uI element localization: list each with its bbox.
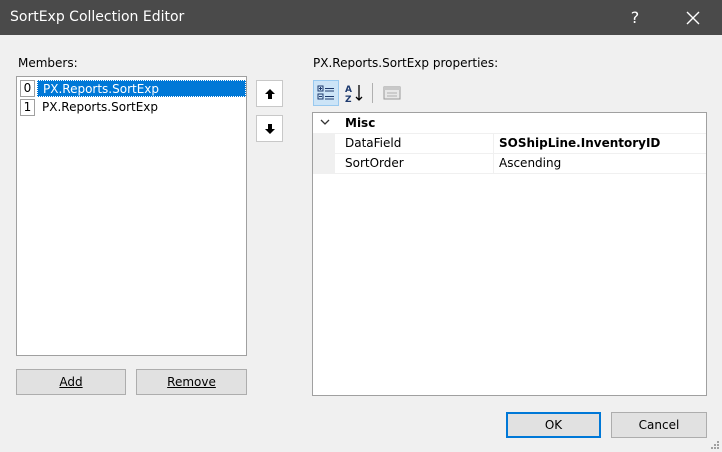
row-gutter: [313, 153, 335, 173]
row-gutter: [313, 133, 335, 153]
cancel-button-label: Cancel: [638, 418, 680, 432]
title-bar: SortExp Collection Editor ?: [0, 0, 722, 35]
member-item-0[interactable]: 0 PX.Reports.SortExp: [19, 79, 246, 97]
window-title: SortExp Collection Editor: [10, 9, 185, 25]
member-item-1[interactable]: 1 PX.Reports.SortExp: [19, 98, 246, 116]
move-up-button[interactable]: [256, 80, 283, 107]
member-index: 0: [20, 80, 35, 97]
ok-button[interactable]: OK: [506, 412, 601, 438]
categorized-button[interactable]: [313, 80, 339, 106]
row-divider: [313, 173, 706, 174]
row-divider: [313, 133, 706, 134]
category-label: Misc: [345, 116, 376, 130]
members-label-text: Members:: [18, 56, 78, 70]
add-button[interactable]: Add: [16, 369, 126, 395]
properties-label-text: PX.Reports.SortExp properties:: [313, 56, 499, 70]
property-row-sortorder[interactable]: SortOrder Ascending: [313, 153, 706, 173]
arrow-down-icon: [264, 123, 275, 134]
cancel-button[interactable]: Cancel: [611, 412, 707, 438]
property-value[interactable]: Ascending: [499, 156, 561, 170]
move-down-button[interactable]: [256, 115, 283, 142]
member-text: PX.Reports.SortExp: [42, 100, 159, 114]
toolbar-separator: [372, 83, 373, 103]
property-grid[interactable]: Misc DataField SOShipLine.InventoryID So…: [312, 112, 707, 396]
categorized-icon: [317, 85, 334, 100]
arrow-up-icon: [264, 88, 275, 99]
svg-text:A: A: [345, 85, 352, 95]
property-pages-button[interactable]: [379, 80, 405, 106]
member-text: PX.Reports.SortExp: [37, 80, 246, 97]
member-index: 1: [20, 99, 35, 116]
add-button-label: Add: [59, 375, 83, 389]
svg-text:Z: Z: [345, 95, 352, 103]
sort-alphabetical-icon: A Z: [345, 85, 363, 103]
category-row-misc[interactable]: Misc: [313, 113, 706, 133]
property-pages-icon: [383, 86, 401, 100]
ok-button-label: OK: [544, 418, 563, 432]
alphabetical-button[interactable]: A Z: [342, 80, 368, 106]
close-icon: [686, 11, 700, 24]
column-separator: [493, 153, 494, 173]
properties-label: PX.Reports.SortExp properties:: [313, 56, 498, 70]
property-row-datafield[interactable]: DataField SOShipLine.InventoryID: [313, 133, 706, 153]
column-separator: [493, 133, 494, 153]
members-label: Members:: [18, 56, 78, 70]
remove-button-label: Remove: [167, 375, 216, 389]
chevron-down-icon[interactable]: [320, 119, 330, 127]
resize-grip-icon[interactable]: [710, 440, 720, 450]
remove-button[interactable]: Remove: [136, 369, 247, 395]
help-icon: ?: [630, 8, 640, 27]
members-list[interactable]: 0 PX.Reports.SortExp 1 PX.Reports.SortEx…: [16, 76, 247, 356]
property-name: SortOrder: [345, 156, 404, 170]
row-divider: [313, 153, 706, 154]
property-name: DataField: [345, 136, 402, 150]
close-button[interactable]: [670, 0, 716, 35]
property-value[interactable]: SOShipLine.InventoryID: [499, 136, 660, 150]
help-button[interactable]: ?: [612, 0, 658, 35]
